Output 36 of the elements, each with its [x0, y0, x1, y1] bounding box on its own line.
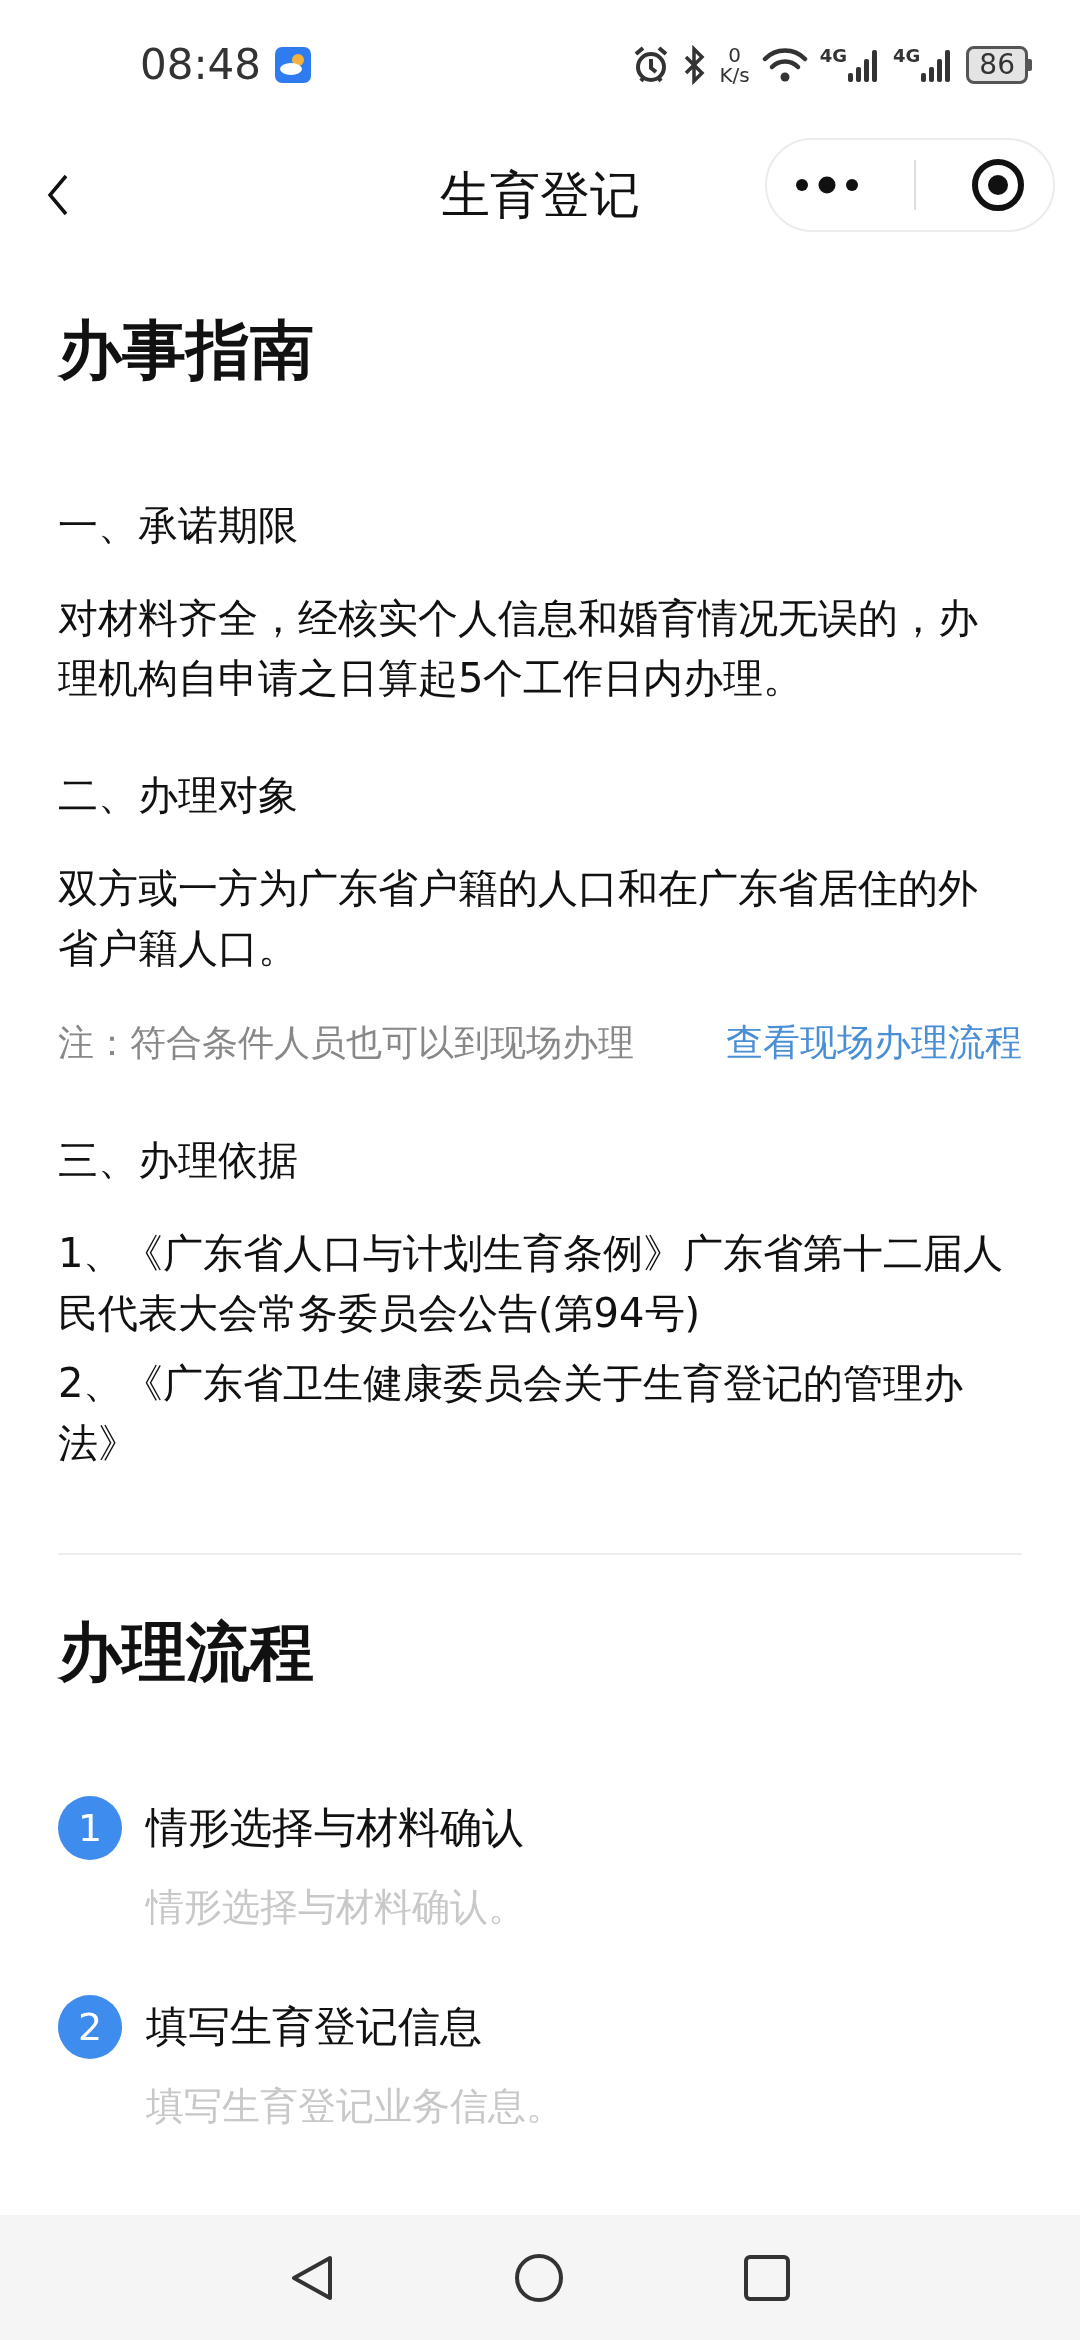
section-heading: 办理流程 — [58, 1614, 315, 1691]
speed-unit: K/s — [719, 65, 750, 85]
back-nav-button[interactable] — [290, 2253, 334, 2302]
network-type: 4G — [893, 47, 921, 65]
circle-icon — [514, 2252, 564, 2303]
paragraph: 2、《广东省卫生健康委员会关于生育登记的管理办法》 — [58, 1359, 965, 1468]
home-button[interactable] — [514, 2252, 564, 2303]
more-button[interactable] — [794, 175, 860, 195]
clock-time: 08:48 — [140, 44, 262, 86]
paragraph: 双方或一方为广东省户籍的人口和在广东省居住的外省户籍人口。 — [58, 864, 979, 973]
triangle-icon — [290, 2253, 334, 2302]
step-title: 填写生育登记信息 — [146, 2001, 482, 2053]
step-number: 2 — [58, 1995, 122, 2059]
paragraph: 对材料齐全，经核实个人信息和婚育情况无误的，办理机构自申请之日算起5个工作日内办理。 — [58, 594, 979, 703]
recents-button[interactable] — [744, 2254, 790, 2301]
wifi-icon — [761, 46, 808, 84]
subsection-heading: 三、办理依据 — [58, 1136, 299, 1185]
target-icon — [970, 157, 1026, 213]
back-button[interactable] — [46, 173, 70, 217]
note-text: 注：符合条件人员也可以到现场办理 — [58, 1020, 634, 1065]
battery-level: 86 — [966, 46, 1028, 84]
close-button[interactable] — [970, 157, 1026, 213]
paragraph: 1、《广东省人口与计划生育条例》广东省第十二届人民代表大会常务委员会公告(第94号) — [58, 1229, 1005, 1338]
speed-value: 0 — [728, 45, 741, 65]
section-heading: 办事指南 — [58, 312, 315, 389]
back-icon — [46, 173, 70, 217]
square-icon — [744, 2254, 790, 2301]
step-number: 1 — [58, 1796, 122, 1860]
step-title: 情形选择与材料确认 — [146, 1802, 524, 1854]
weather-icon — [275, 47, 312, 83]
page-title: 生育登记 — [439, 165, 641, 226]
more-icon — [794, 175, 860, 195]
process-link[interactable]: 查看现场办理流程 — [726, 1018, 1022, 1068]
subsection-heading: 一、承诺期限 — [58, 501, 299, 550]
network-type: 4G — [819, 47, 848, 65]
subsection-heading: 二、办理对象 — [58, 771, 299, 820]
